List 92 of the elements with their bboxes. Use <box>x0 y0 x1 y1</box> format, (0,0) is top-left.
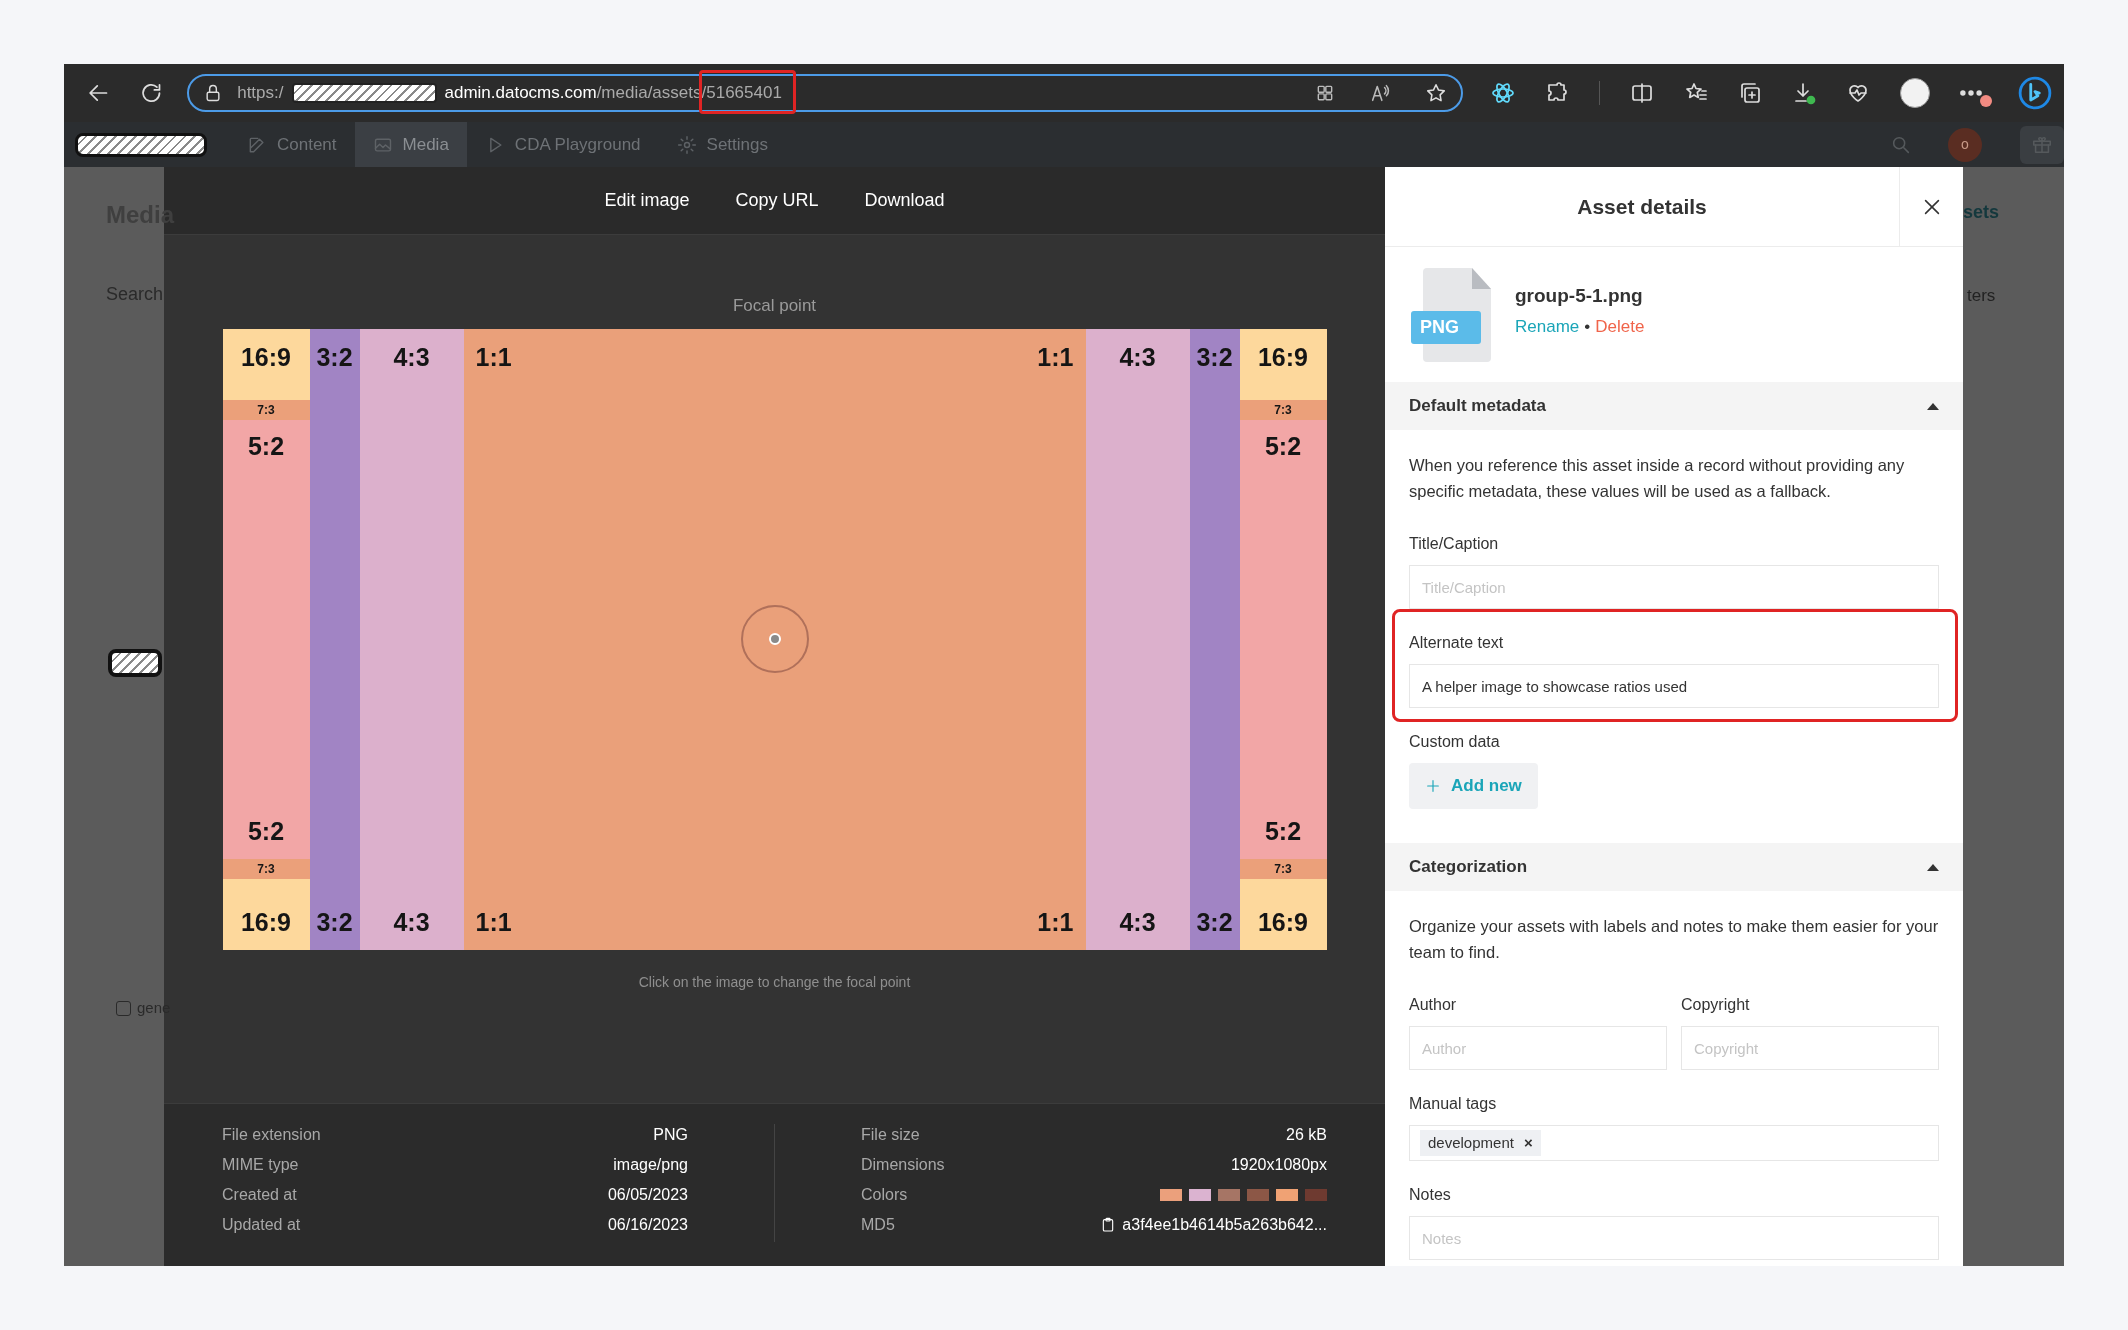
input-field[interactable]: Author <box>1409 1026 1667 1070</box>
url-text: https:/ <box>237 82 284 105</box>
url-text: admin.datocms.com <box>444 82 597 105</box>
field-label: Author <box>1409 995 1458 1015</box>
field-label: Notes <box>1409 1185 1452 1205</box>
info-value: 06/05/2023 <box>607 1185 688 1205</box>
panel-title: Asset details <box>1577 193 1707 220</box>
info-label: Created at <box>222 1185 297 1205</box>
info-value: 1920x1080px <box>1230 1155 1327 1175</box>
read-aloud-icon[interactable] <box>1369 82 1391 104</box>
profile-avatar[interactable] <box>1900 78 1930 108</box>
ratio-label: 7:3 <box>1274 401 1292 419</box>
split-screen-icon[interactable] <box>1630 81 1654 105</box>
chat-logo-icon[interactable] <box>2018 76 2052 110</box>
tag[interactable]: development × <box>1420 1130 1541 1156</box>
collections-icon[interactable] <box>1738 81 1762 105</box>
field-label: Custom data <box>1409 732 1501 752</box>
ratio-label: 3:2 <box>316 341 353 373</box>
ratio-label: 1:1 <box>475 341 512 373</box>
separator-dot: • <box>1584 316 1591 338</box>
ratio-label: 5:2 <box>1264 816 1302 847</box>
ratio-label: 7:3 <box>257 860 275 878</box>
info-label: Colors <box>861 1185 908 1205</box>
user-avatar[interactable]: o <box>1948 127 1982 162</box>
toolbar-button[interactable]: Download <box>864 187 945 214</box>
collapse-icon[interactable] <box>1927 863 1939 871</box>
section-description: Organize your assets with labels and notes to make them easier for your team to find. <box>1409 916 1939 963</box>
plus-icon <box>1425 778 1441 794</box>
input-field[interactable]: Copyright <box>1681 1026 1939 1070</box>
ratio-label: 5:2 <box>247 816 285 847</box>
info-label: Dimensions <box>861 1155 945 1175</box>
ratio-label: 7:3 <box>257 401 275 419</box>
update-badge <box>1980 95 1992 107</box>
ratio-label: 3:2 <box>1196 907 1233 938</box>
field-label: Manual tags <box>1409 1094 1498 1114</box>
field-label: Alternate text <box>1409 633 1505 653</box>
focal-point-label: Focal point <box>732 295 817 317</box>
ratio-label: 3:2 <box>1196 341 1233 373</box>
input-field[interactable]: Title/Caption <box>1409 565 1939 609</box>
focal-point-handle[interactable] <box>740 604 809 673</box>
ratio-label: 3:2 <box>316 907 353 938</box>
input-field[interactable]: Notes <box>1409 1216 1939 1260</box>
section-title: Categorization <box>1409 856 1528 879</box>
atom-icon[interactable] <box>1491 81 1515 105</box>
ratio-label: 16:9 <box>1257 341 1308 373</box>
section-header[interactable]: Default metadata <box>1385 382 1963 430</box>
ratio-label: 5:2 <box>1264 430 1302 462</box>
hint-text: Click on the image to change the focal point <box>638 972 911 992</box>
url-text: 51665401 <box>706 83 782 103</box>
ratio-label: 1:1 <box>1037 907 1074 938</box>
more-icon <box>1960 90 1982 96</box>
info-value: 26 kB <box>1286 1125 1327 1145</box>
app-grid-icon[interactable] <box>1315 83 1335 103</box>
info-value: image/png <box>613 1155 688 1175</box>
section-title: Default metadata <box>1409 395 1546 418</box>
field-label: Title/Caption <box>1409 534 1500 554</box>
section-description: When you reference this asset inside a record without providing any specific metadata, these values will be used as a fallback. <box>1409 455 1906 502</box>
field-label: Copyright <box>1681 995 1751 1015</box>
info-label: File size <box>861 1125 920 1145</box>
redaction-mark <box>108 649 162 677</box>
info-value: 06/16/2023 <box>607 1215 688 1235</box>
star-icon[interactable] <box>1425 82 1447 104</box>
ratio-label: 4:3 <box>393 907 430 938</box>
toolbar-button[interactable]: Copy URL <box>735 187 819 214</box>
tags-field[interactable]: development × <box>1409 1125 1939 1161</box>
info-label: MD5 <box>861 1215 895 1235</box>
ratio-label: 1:1 <box>475 907 512 938</box>
nav-icon <box>676 134 697 155</box>
ratio-label: 4:3 <box>1119 907 1156 938</box>
ratio-label: 4:3 <box>1119 341 1156 373</box>
ratio-label: 5:2 <box>247 430 285 462</box>
tag-remove-button[interactable]: × <box>1523 1131 1533 1155</box>
file-type-badge: PNG <box>1411 310 1481 344</box>
file-name: group-5-1.png <box>1515 283 1644 308</box>
ratio-label: 16:9 <box>240 907 291 938</box>
ratio-label: 7:3 <box>1274 860 1292 878</box>
checkbox[interactable] <box>116 1000 131 1016</box>
info-label: MIME type <box>222 1155 299 1175</box>
ratio-label: 16:9 <box>1257 907 1308 938</box>
section-header[interactable]: Categorization <box>1385 843 1963 891</box>
ratio-label: 4:3 <box>393 341 430 373</box>
tag-label: development <box>1428 1132 1514 1153</box>
ratio-label: 1:1 <box>1037 341 1074 373</box>
ratio-label: 16:9 <box>240 341 291 373</box>
info-label: File extension <box>222 1125 321 1145</box>
toolbar-button[interactable]: Edit image <box>604 187 690 214</box>
input-field[interactable]: A helper image to showcase ratios used <box>1409 664 1939 708</box>
info-value: PNG <box>653 1125 688 1145</box>
download-icon[interactable] <box>1792 81 1816 105</box>
collapse-icon[interactable] <box>1927 402 1939 410</box>
info-value: a3f4ee1b4614b5a263b642... <box>1122 1215 1327 1235</box>
info-label: Updated at <box>222 1215 301 1235</box>
